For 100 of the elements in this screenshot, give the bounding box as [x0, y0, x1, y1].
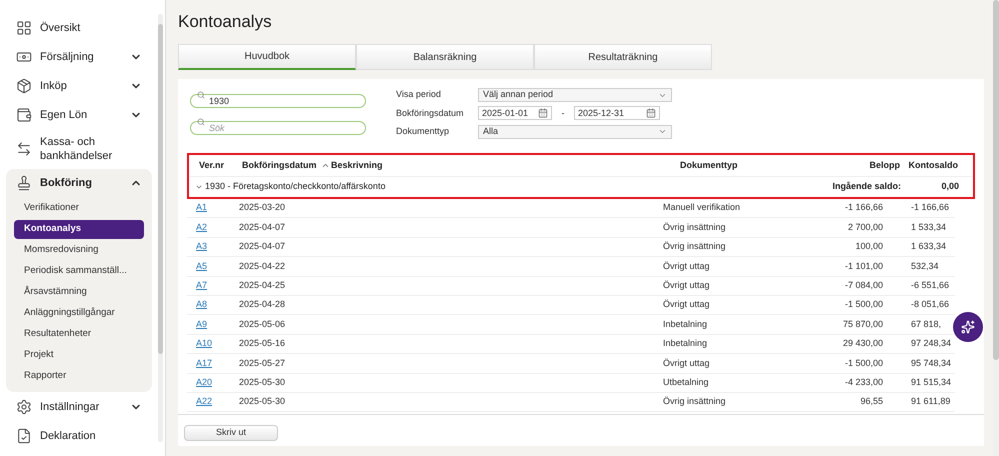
table-cell-text: -1 101,00: [844, 260, 883, 273]
date-separator: -: [560, 106, 566, 120]
table-cell-text: 2025-05-30: [239, 395, 286, 408]
menu-icon: [16, 175, 32, 191]
search-field[interactable]: Sök: [190, 121, 366, 135]
table-cell-text: 2025-05-16: [239, 337, 286, 350]
table-cell-text: 75 870,00: [842, 318, 883, 331]
column-header[interactable]: Kontosaldo: [900, 158, 972, 172]
table-cell-text: -1 166,66: [910, 201, 950, 214]
column-header[interactable]: Belopp: [830, 158, 900, 172]
table-cell-text: 67 818,: [910, 318, 942, 331]
sidebar-item[interactable]: Försäljning: [6, 43, 152, 71]
menu-icon: [16, 428, 32, 444]
date-to-field[interactable]: 2025-12-31: [574, 106, 660, 120]
table-cell-text: 97 248,34: [910, 337, 952, 350]
voucher-link[interactable]: A22: [196, 396, 212, 406]
table-cell-text: Övrigt uttag: [663, 356, 711, 370]
menu-icon: [16, 141, 32, 157]
voucher-link[interactable]: A17: [196, 358, 212, 368]
date-from-field[interactable]: 2025-01-01: [478, 106, 552, 120]
sidebar-item[interactable]: Deklaration: [6, 422, 152, 450]
sidebar-item[interactable]: Inköp: [6, 72, 152, 100]
table-cell-text: 2 700,00: [846, 220, 883, 234]
submenu-item[interactable]: Årsavstämning: [14, 283, 144, 302]
table-cell-text: 2025-04-22: [239, 260, 286, 273]
column-header[interactable]: Ver.nr: [190, 158, 242, 172]
calendar-icon: [538, 108, 548, 118]
table-cell-text: 96,55: [859, 395, 883, 408]
sidebar-item[interactable]: Bokföring: [6, 169, 152, 197]
sidebar-item-label: Deklaration: [40, 429, 97, 443]
menu-icon: [16, 20, 32, 36]
table-cell-text: 2025-04-28: [239, 298, 286, 312]
table-cell-text: 532,34: [910, 260, 940, 273]
opening-balance-value: 0,00: [940, 180, 960, 194]
menu-icon: [16, 399, 32, 415]
document-type-dropdown[interactable]: Alla: [478, 124, 672, 139]
tab[interactable]: Resultaträkning: [534, 44, 712, 70]
table-cell-text: Utbetalning: [663, 376, 710, 389]
submenu-item[interactable]: Rapporter: [14, 367, 144, 386]
table-cell-text: Inbetalning: [663, 318, 708, 331]
table-cell-text: 1 533,34: [910, 220, 948, 234]
sidebar-item[interactable]: Inställningar: [6, 393, 152, 421]
voucher-link[interactable]: A10: [196, 338, 212, 348]
submenu-item[interactable]: Projekt: [14, 346, 144, 365]
account-group-toggle[interactable]: 1930 - Företagskonto/checkkonto/affärskonto: [189, 180, 781, 194]
voucher-link[interactable]: A8: [196, 299, 208, 310]
voucher-link[interactable]: A1: [196, 202, 208, 212]
table-cell-text: 91 611,89: [910, 395, 952, 408]
menu-icon: [16, 78, 32, 94]
table-cell-text: 2025-05-30: [239, 376, 286, 389]
sidebar-item[interactable]: Översikt: [6, 14, 152, 42]
print-button[interactable]: Skriv ut: [184, 425, 278, 442]
column-header[interactable]: Dokumenttyp: [680, 158, 830, 172]
table-cell-text: 2025-05-27: [239, 356, 286, 370]
tab[interactable]: Huvudbok: [178, 44, 356, 70]
account-search-field[interactable]: 1930: [190, 94, 366, 108]
table-cell-text: Inbetalning: [663, 337, 708, 350]
voucher-link[interactable]: A2: [196, 222, 208, 232]
scrollbar[interactable]: [158, 14, 163, 442]
sidebar-item-label: Översikt: [40, 21, 82, 35]
table-cell-text: Övrigt uttag: [663, 298, 711, 312]
submenu-item[interactable]: Verifikationer: [14, 199, 144, 218]
table-cell-text: -4 233,00: [844, 376, 883, 389]
sidebar-item[interactable]: Egen Lön: [6, 101, 152, 129]
table-cell-text: Övrig insättning: [663, 220, 727, 234]
table-cell-text: 2025-03-20: [239, 201, 286, 214]
submenu-item[interactable]: Momsredovisning: [14, 241, 144, 260]
table-cell-text: 2025-04-07: [239, 220, 286, 234]
tab[interactable]: Balansräkning: [356, 44, 534, 70]
period-dropdown[interactable]: Välj annan period: [478, 88, 672, 102]
table-cell-text: Övrigt uttag: [663, 260, 711, 273]
table-cell-text: 2025-04-07: [239, 240, 286, 254]
table-cell-text: 100,00: [854, 240, 883, 254]
table-cell-text: 2025-05-06: [239, 318, 286, 331]
column-header[interactable]: Beskrivning: [331, 158, 680, 172]
table-cell-text: Manuell verifikation: [663, 201, 742, 214]
sidebar-item-label: Inställningar: [40, 400, 100, 414]
sidebar-item-label: Bokföring: [40, 176, 93, 190]
submenu-item[interactable]: Kontoanalys: [14, 220, 144, 239]
submenu-item[interactable]: Resultatenheter: [14, 325, 144, 344]
table-cell-text: -6 551,66: [910, 279, 950, 292]
column-header[interactable]: Bokföringsdatum: [242, 158, 331, 172]
chevron-down-icon: [195, 183, 203, 191]
submenu-item[interactable]: Periodisk sammanställ...: [14, 262, 144, 281]
table-cell-text: 95 748,34: [910, 356, 952, 370]
voucher-link[interactable]: A5: [196, 260, 208, 271]
submenu-item[interactable]: Anläggningstillgångar: [14, 304, 144, 323]
sidebar-item[interactable]: Kassa- och bankhändelser: [6, 130, 152, 168]
voucher-link[interactable]: A3: [196, 241, 208, 252]
table-cell-text: 29 430,00: [842, 337, 883, 350]
table-cell-text: Övrig insättning: [663, 240, 727, 254]
table-cell-text: -8 051,66: [910, 298, 950, 312]
voucher-link[interactable]: A7: [196, 280, 208, 290]
table-cell-text: Övrig insättning: [663, 395, 727, 408]
sidebar-item-label: Kassa- och bankhändelser: [40, 135, 114, 163]
opening-balance-label: Ingående saldo:: [831, 180, 901, 194]
scrollbar[interactable]: [993, 0, 999, 456]
voucher-link[interactable]: A20: [196, 376, 212, 387]
voucher-link[interactable]: A9: [196, 318, 208, 329]
table-cell-text: Övrigt uttag: [663, 279, 711, 292]
